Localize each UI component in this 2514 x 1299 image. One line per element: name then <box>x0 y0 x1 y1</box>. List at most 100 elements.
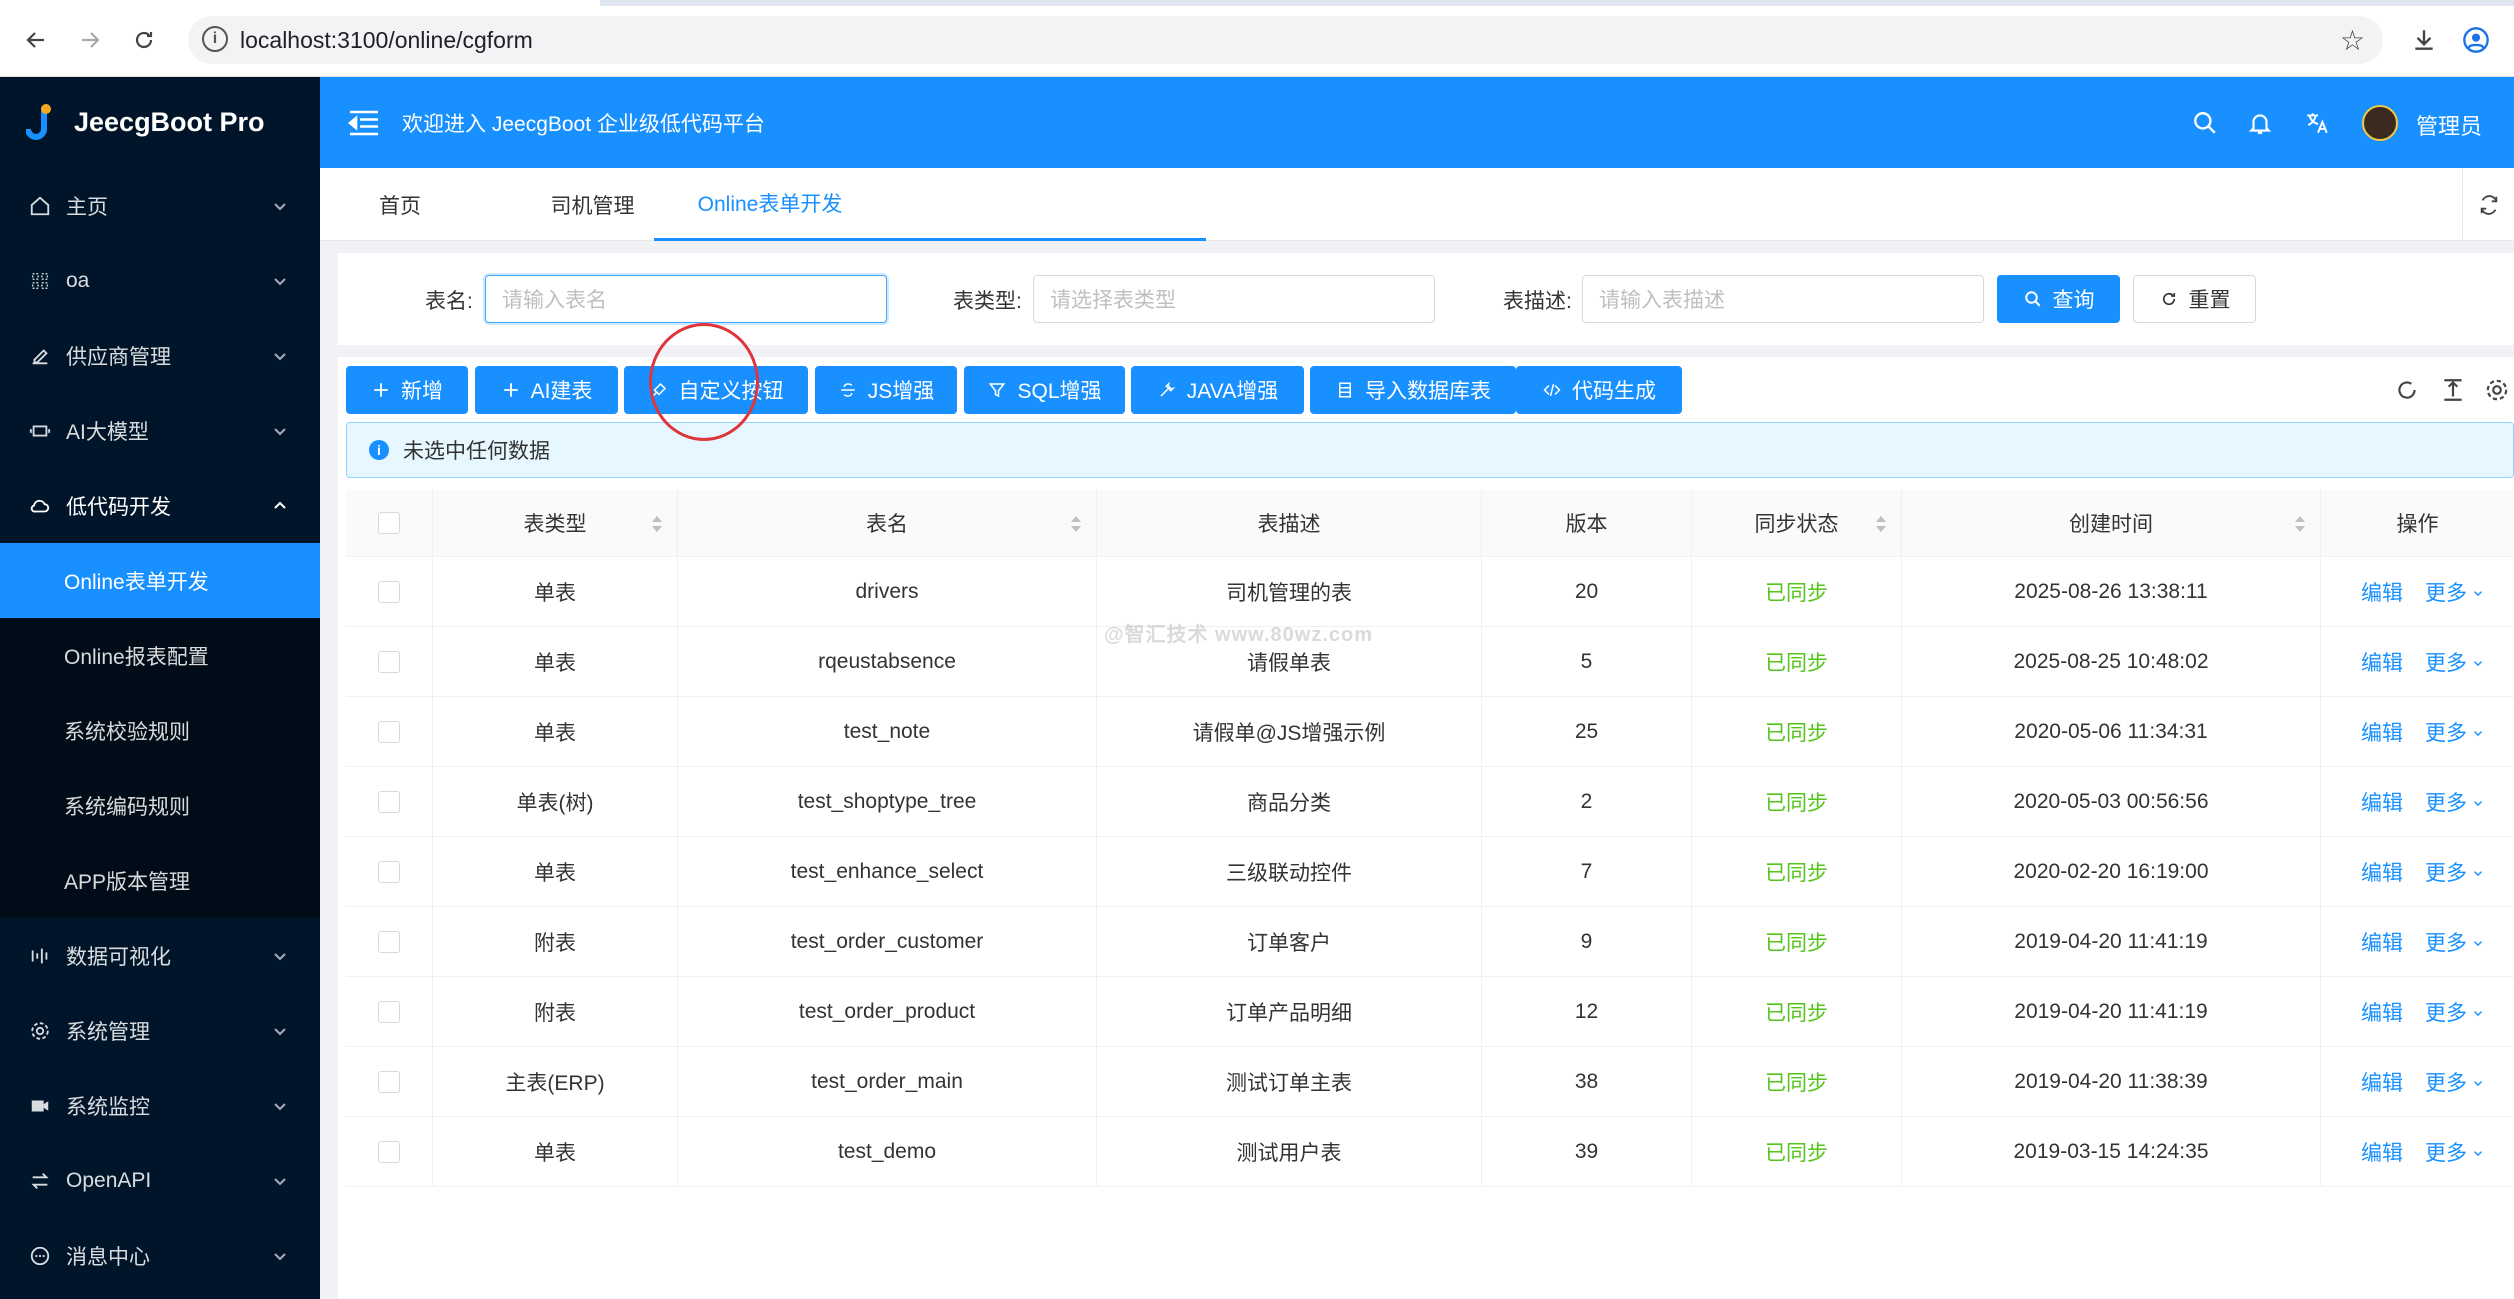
download-icon[interactable] <box>2406 22 2442 58</box>
edit-link[interactable]: 编辑 <box>2361 717 2403 747</box>
table-row[interactable]: 附表 test_order_product 订单产品明细 12 已同步 2019-04-2… <box>346 977 2514 1047</box>
reload-icon[interactable] <box>2392 375 2422 405</box>
sidebar-item-home[interactable]: 主页 <box>0 168 320 243</box>
sort-icon[interactable] <box>1070 514 1082 534</box>
sidebar-item-monitor[interactable]: 系统监控 <box>0 1068 320 1143</box>
table-desc-input[interactable]: 请输入表描述 <box>1582 275 1984 323</box>
address-bar[interactable]: i localhost:3100/online/cgform ☆ <box>188 16 2383 64</box>
browser-active-tab[interactable] <box>0 0 600 6</box>
table-row[interactable]: 单表(树) test_shoptype_tree 商品分类 2 已同步 2020-05-0… <box>346 767 2514 837</box>
row-checkbox[interactable] <box>378 580 400 603</box>
forward-icon[interactable] <box>72 22 108 58</box>
edit-link[interactable]: 编辑 <box>2361 1067 2403 1097</box>
setting-icon[interactable] <box>2482 375 2512 405</box>
sidebar-item-openapi[interactable]: OpenAPI <box>0 1143 320 1218</box>
more-dropdown[interactable]: 更多 <box>2425 717 2485 747</box>
sidebar-item-data-visual[interactable]: 数据可视化 <box>0 918 320 993</box>
code-generate-button[interactable]: 代码生成 <box>1516 366 1682 414</box>
table-row[interactable]: 单表 test_enhance_select 三级联动控件 7 已同步 2020-02-2… <box>346 837 2514 907</box>
row-checkbox[interactable] <box>378 720 400 743</box>
query-button[interactable]: 查询 <box>1997 275 2120 323</box>
back-icon[interactable] <box>18 22 54 58</box>
sidebar-item-message[interactable]: 消息中心 <box>0 1218 320 1293</box>
table-row[interactable]: 单表 drivers 司机管理的表 20 已同步 2025-08-26 13:38:11 编… <box>346 557 2514 627</box>
reload-icon[interactable] <box>126 22 162 58</box>
import-db-table-button[interactable]: 导入数据库表 <box>1310 366 1516 414</box>
sidebar-item-system[interactable]: 系统管理 <box>0 993 320 1068</box>
tab-online-form[interactable]: Online表单开发 <box>654 168 1206 241</box>
more-dropdown[interactable]: 更多 <box>2425 1067 2485 1097</box>
search-icon[interactable] <box>2190 108 2220 138</box>
tab-home[interactable]: 首页 <box>320 168 480 241</box>
edit-link[interactable]: 编辑 <box>2361 787 2403 817</box>
sort-icon[interactable] <box>1875 514 1887 534</box>
profile-icon[interactable] <box>2458 22 2494 58</box>
sidebar-item-online-report[interactable]: Online报表配置 <box>0 618 320 693</box>
edit-link[interactable]: 编辑 <box>2361 857 2403 887</box>
sort-icon[interactable] <box>651 514 663 534</box>
avatar[interactable] <box>2362 105 2398 141</box>
row-checkbox[interactable] <box>378 860 400 883</box>
sidebar-item-code-rule[interactable]: 系统编码规则 <box>0 768 320 843</box>
reset-button[interactable]: 重置 <box>2133 275 2256 323</box>
info-icon: i <box>369 440 389 460</box>
sort-icon[interactable] <box>2294 514 2306 534</box>
js-enhance-button[interactable]: JS增强 <box>815 366 957 414</box>
table-row[interactable]: 单表 test_note 请假单@JS增强示例 25 已同步 2020-05-06 11:… <box>346 697 2514 767</box>
row-checkbox[interactable] <box>378 1140 400 1163</box>
row-checkbox[interactable] <box>378 1000 400 1023</box>
cell-name: test_enhance_select <box>678 837 1097 906</box>
select-all-checkbox[interactable] <box>378 512 400 534</box>
sql-enhance-button[interactable]: SQL增强 <box>964 366 1125 414</box>
translate-icon[interactable] <box>2302 108 2332 138</box>
edit-link[interactable]: 编辑 <box>2361 577 2403 607</box>
add-button[interactable]: 新增 <box>346 366 468 414</box>
more-dropdown[interactable]: 更多 <box>2425 577 2485 607</box>
edit-link[interactable]: 编辑 <box>2361 927 2403 957</box>
sidebar-item-online-form[interactable]: Online表单开发 <box>0 543 320 618</box>
column-header-sync[interactable]: 同步状态 <box>1692 490 1902 556</box>
more-dropdown[interactable]: 更多 <box>2425 647 2485 677</box>
column-height-icon[interactable] <box>2438 375 2468 405</box>
table-row[interactable]: 附表 test_order_customer 订单客户 9 已同步 2019-04-20 … <box>346 907 2514 977</box>
cell-version: 2 <box>1482 767 1692 836</box>
row-checkbox[interactable] <box>378 1070 400 1093</box>
row-checkbox[interactable] <box>378 930 400 953</box>
bookmark-star-icon[interactable]: ☆ <box>2340 24 2365 57</box>
bell-icon[interactable] <box>2245 108 2275 138</box>
row-checkbox[interactable] <box>378 650 400 673</box>
more-dropdown[interactable]: 更多 <box>2425 787 2485 817</box>
sidebar-item-lowcode[interactable]: 低代码开发 <box>0 468 320 543</box>
username[interactable]: 管理员 <box>2416 109 2482 141</box>
sidebar-item-oa[interactable]: oa <box>0 243 320 318</box>
table-row[interactable]: 单表 rqeustabsence 请假单表 5 已同步 2025-08-25 10:48:… <box>346 627 2514 697</box>
more-dropdown[interactable]: 更多 <box>2425 997 2485 1027</box>
column-header-type[interactable]: 表类型 <box>433 490 678 556</box>
edit-link[interactable]: 编辑 <box>2361 647 2403 677</box>
browser-toolbar: i localhost:3100/online/cgform ☆ <box>0 0 2514 77</box>
cell-desc: 商品分类 <box>1097 767 1482 836</box>
table-type-select[interactable]: 请选择表类型 <box>1033 275 1435 323</box>
table-row[interactable]: 单表 test_demo 测试用户表 39 已同步 2019-03-15 14:24:35… <box>346 1117 2514 1187</box>
menu-fold-icon[interactable] <box>348 109 380 137</box>
more-dropdown[interactable]: 更多 <box>2425 927 2485 957</box>
cell-sync-status: 已同步 <box>1692 977 1902 1046</box>
row-checkbox[interactable] <box>378 790 400 813</box>
edit-link[interactable]: 编辑 <box>2361 997 2403 1027</box>
edit-link[interactable]: 编辑 <box>2361 1137 2403 1167</box>
logo[interactable]: JeecgBoot Pro <box>0 77 320 168</box>
sidebar-item-app-version[interactable]: APP版本管理 <box>0 843 320 918</box>
ai-create-table-button[interactable]: AI建表 <box>475 366 618 414</box>
more-dropdown[interactable]: 更多 <box>2425 857 2485 887</box>
table-name-input[interactable]: 请输入表名 <box>485 275 887 323</box>
more-dropdown[interactable]: 更多 <box>2425 1137 2485 1167</box>
column-header-created[interactable]: 创建时间 <box>1902 490 2321 556</box>
site-info-icon[interactable]: i <box>202 26 228 52</box>
table-row[interactable]: 主表(ERP) test_order_main 测试订单主表 38 已同步 2019-04… <box>346 1047 2514 1117</box>
sidebar-item-ai-model[interactable]: AI大模型 <box>0 393 320 468</box>
java-enhance-button[interactable]: JAVA增强 <box>1131 366 1304 414</box>
column-header-name[interactable]: 表名 <box>678 490 1097 556</box>
sidebar-item-check-rule[interactable]: 系统校验规则 <box>0 693 320 768</box>
tab-refresh-icon[interactable] <box>2462 168 2514 241</box>
sidebar-item-supplier[interactable]: 供应商管理 <box>0 318 320 393</box>
